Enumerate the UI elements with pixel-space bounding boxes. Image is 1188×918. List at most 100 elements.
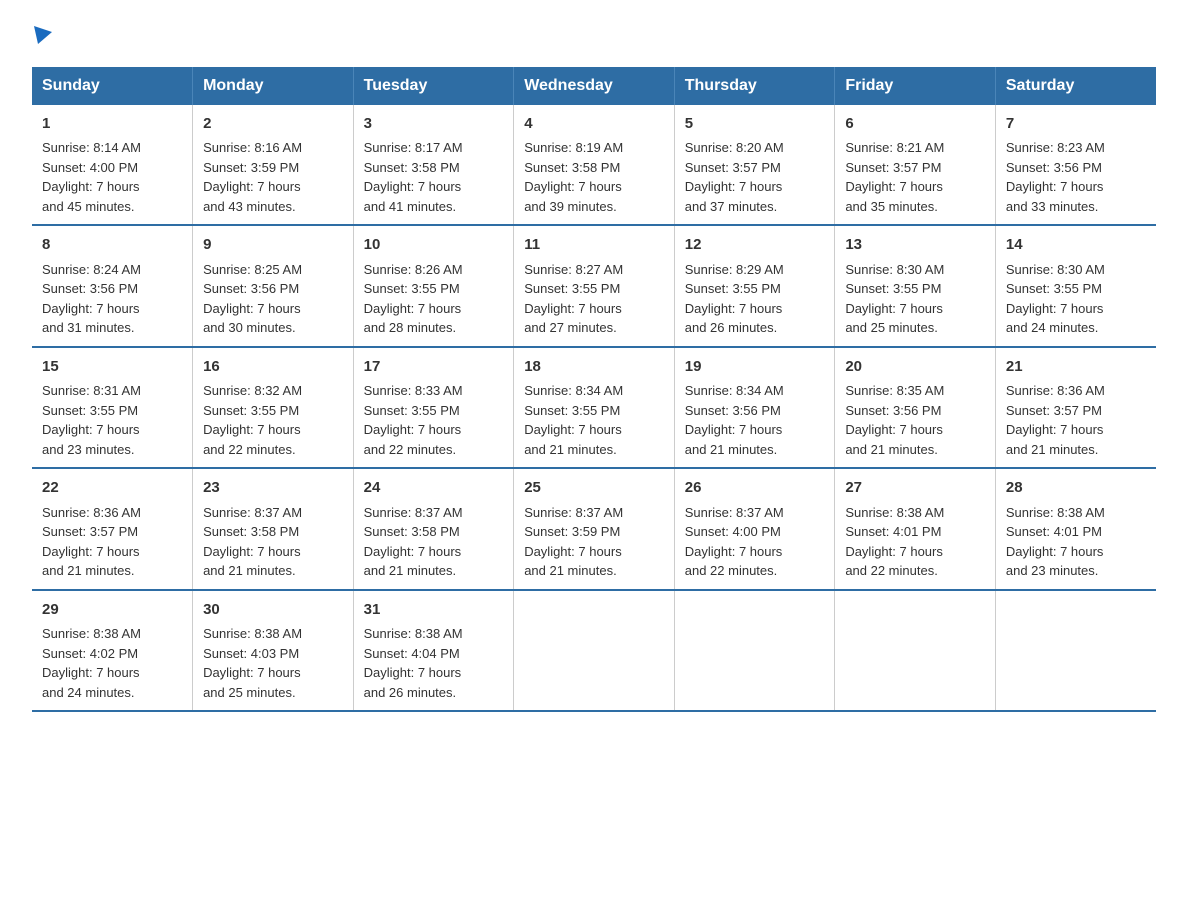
day-info: Sunrise: 8:36 AMSunset: 3:57 PMDaylight:…: [1006, 381, 1146, 459]
calendar-cell: 18Sunrise: 8:34 AMSunset: 3:55 PMDayligh…: [514, 347, 675, 469]
day-number: 13: [845, 234, 985, 257]
day-info: Sunrise: 8:38 AMSunset: 4:02 PMDaylight:…: [42, 624, 182, 702]
day-number: 1: [42, 113, 182, 136]
day-info: Sunrise: 8:37 AMSunset: 4:00 PMDaylight:…: [685, 503, 825, 581]
calendar-cell: 3Sunrise: 8:17 AMSunset: 3:58 PMDaylight…: [353, 105, 514, 226]
day-info: Sunrise: 8:25 AMSunset: 3:56 PMDaylight:…: [203, 260, 343, 338]
calendar-cell: [995, 590, 1156, 712]
day-number: 15: [42, 356, 182, 379]
day-number: 21: [1006, 356, 1146, 379]
day-number: 9: [203, 234, 343, 257]
logo-arrow-icon: [34, 26, 52, 44]
day-info: Sunrise: 8:23 AMSunset: 3:56 PMDaylight:…: [1006, 138, 1146, 216]
calendar-cell: 10Sunrise: 8:26 AMSunset: 3:55 PMDayligh…: [353, 225, 514, 347]
calendar-header-row: SundayMondayTuesdayWednesdayThursdayFrid…: [32, 67, 1156, 105]
calendar-cell: 7Sunrise: 8:23 AMSunset: 3:56 PMDaylight…: [995, 105, 1156, 226]
calendar-cell: 1Sunrise: 8:14 AMSunset: 4:00 PMDaylight…: [32, 105, 193, 226]
calendar-cell: 4Sunrise: 8:19 AMSunset: 3:58 PMDaylight…: [514, 105, 675, 226]
calendar-cell: 16Sunrise: 8:32 AMSunset: 3:55 PMDayligh…: [193, 347, 354, 469]
day-number: 23: [203, 477, 343, 500]
calendar-cell: 15Sunrise: 8:31 AMSunset: 3:55 PMDayligh…: [32, 347, 193, 469]
calendar-cell: 23Sunrise: 8:37 AMSunset: 3:58 PMDayligh…: [193, 468, 354, 590]
day-info: Sunrise: 8:30 AMSunset: 3:55 PMDaylight:…: [845, 260, 985, 338]
calendar-week-row: 15Sunrise: 8:31 AMSunset: 3:55 PMDayligh…: [32, 347, 1156, 469]
calendar-week-row: 29Sunrise: 8:38 AMSunset: 4:02 PMDayligh…: [32, 590, 1156, 712]
column-header-monday: Monday: [193, 67, 354, 105]
day-number: 12: [685, 234, 825, 257]
day-info: Sunrise: 8:36 AMSunset: 3:57 PMDaylight:…: [42, 503, 182, 581]
day-number: 19: [685, 356, 825, 379]
day-info: Sunrise: 8:38 AMSunset: 4:03 PMDaylight:…: [203, 624, 343, 702]
day-info: Sunrise: 8:38 AMSunset: 4:04 PMDaylight:…: [364, 624, 504, 702]
day-info: Sunrise: 8:37 AMSunset: 3:58 PMDaylight:…: [364, 503, 504, 581]
day-number: 2: [203, 113, 343, 136]
day-number: 18: [524, 356, 664, 379]
calendar-cell: 13 Sunrise: 8:30 AMSunset: 3:55 PMDayligh…: [835, 225, 996, 347]
day-info: Sunrise: 8:33 AMSunset: 3:55 PMDaylight:…: [364, 381, 504, 459]
calendar-week-row: 1Sunrise: 8:14 AMSunset: 4:00 PMDaylight…: [32, 105, 1156, 226]
day-number: 25: [524, 477, 664, 500]
day-number: 26: [685, 477, 825, 500]
day-number: 5: [685, 113, 825, 136]
day-number: 22: [42, 477, 182, 500]
column-header-thursday: Thursday: [674, 67, 835, 105]
calendar-cell: 25 Sunrise: 8:37 AMSunset: 3:59 PMDayligh…: [514, 468, 675, 590]
calendar-cell: 27Sunrise: 8:38 AMSunset: 4:01 PMDayligh…: [835, 468, 996, 590]
column-header-wednesday: Wednesday: [514, 67, 675, 105]
day-info: Sunrise: 8:24 AMSunset: 3:56 PMDaylight:…: [42, 260, 182, 338]
day-info: Sunrise: 8:14 AMSunset: 4:00 PMDaylight:…: [42, 138, 182, 216]
calendar-cell: 2Sunrise: 8:16 AMSunset: 3:59 PMDaylight…: [193, 105, 354, 226]
calendar-cell: 9 Sunrise: 8:25 AMSunset: 3:56 PMDaylight…: [193, 225, 354, 347]
day-info: Sunrise: 8:37 AMSunset: 3:59 PMDaylight:…: [524, 503, 664, 581]
calendar-cell: 19Sunrise: 8:34 AMSunset: 3:56 PMDayligh…: [674, 347, 835, 469]
day-info: Sunrise: 8:34 AMSunset: 3:55 PMDaylight:…: [524, 381, 664, 459]
column-header-friday: Friday: [835, 67, 996, 105]
day-number: 6: [845, 113, 985, 136]
day-info: Sunrise: 8:20 AMSunset: 3:57 PMDaylight:…: [685, 138, 825, 216]
calendar-cell: 24Sunrise: 8:37 AMSunset: 3:58 PMDayligh…: [353, 468, 514, 590]
calendar-cell: 11Sunrise: 8:27 AMSunset: 3:55 PMDayligh…: [514, 225, 675, 347]
calendar-cell: 6Sunrise: 8:21 AMSunset: 3:57 PMDaylight…: [835, 105, 996, 226]
day-number: 16: [203, 356, 343, 379]
day-number: 28: [1006, 477, 1146, 500]
calendar-cell: 29Sunrise: 8:38 AMSunset: 4:02 PMDayligh…: [32, 590, 193, 712]
page-header: [32, 24, 1156, 47]
day-info: Sunrise: 8:26 AMSunset: 3:55 PMDaylight:…: [364, 260, 504, 338]
column-header-sunday: Sunday: [32, 67, 193, 105]
day-info: Sunrise: 8:31 AMSunset: 3:55 PMDaylight:…: [42, 381, 182, 459]
day-number: 31: [364, 599, 504, 622]
day-number: 4: [524, 113, 664, 136]
calendar-cell: 14Sunrise: 8:30 AMSunset: 3:55 PMDayligh…: [995, 225, 1156, 347]
calendar-week-row: 8Sunrise: 8:24 AMSunset: 3:56 PMDaylight…: [32, 225, 1156, 347]
day-number: 7: [1006, 113, 1146, 136]
day-info: Sunrise: 8:17 AMSunset: 3:58 PMDaylight:…: [364, 138, 504, 216]
day-info: Sunrise: 8:32 AMSunset: 3:55 PMDaylight:…: [203, 381, 343, 459]
day-info: Sunrise: 8:30 AMSunset: 3:55 PMDaylight:…: [1006, 260, 1146, 338]
calendar-cell: [674, 590, 835, 712]
day-info: Sunrise: 8:35 AMSunset: 3:56 PMDaylight:…: [845, 381, 985, 459]
calendar-cell: 20Sunrise: 8:35 AMSunset: 3:56 PMDayligh…: [835, 347, 996, 469]
calendar-cell: [514, 590, 675, 712]
calendar-cell: 30Sunrise: 8:38 AMSunset: 4:03 PMDayligh…: [193, 590, 354, 712]
column-header-saturday: Saturday: [995, 67, 1156, 105]
day-info: Sunrise: 8:21 AMSunset: 3:57 PMDaylight:…: [845, 138, 985, 216]
day-number: 30: [203, 599, 343, 622]
calendar-cell: [835, 590, 996, 712]
calendar-cell: 17Sunrise: 8:33 AMSunset: 3:55 PMDayligh…: [353, 347, 514, 469]
day-info: Sunrise: 8:29 AMSunset: 3:55 PMDaylight:…: [685, 260, 825, 338]
day-info: Sunrise: 8:34 AMSunset: 3:56 PMDaylight:…: [685, 381, 825, 459]
day-info: Sunrise: 8:38 AMSunset: 4:01 PMDaylight:…: [1006, 503, 1146, 581]
calendar-cell: 5Sunrise: 8:20 AMSunset: 3:57 PMDaylight…: [674, 105, 835, 226]
day-number: 20: [845, 356, 985, 379]
day-number: 11: [524, 234, 664, 257]
day-number: 3: [364, 113, 504, 136]
calendar-week-row: 22 Sunrise: 8:36 AMSunset: 3:57 PMDayligh…: [32, 468, 1156, 590]
day-number: 17: [364, 356, 504, 379]
calendar-cell: 8Sunrise: 8:24 AMSunset: 3:56 PMDaylight…: [32, 225, 193, 347]
calendar-cell: 28 Sunrise: 8:38 AMSunset: 4:01 PMDayligh…: [995, 468, 1156, 590]
column-header-tuesday: Tuesday: [353, 67, 514, 105]
day-number: 27: [845, 477, 985, 500]
calendar-cell: 26 Sunrise: 8:37 AMSunset: 4:00 PMDayligh…: [674, 468, 835, 590]
calendar-cell: 31Sunrise: 8:38 AMSunset: 4:04 PMDayligh…: [353, 590, 514, 712]
calendar-cell: 21Sunrise: 8:36 AMSunset: 3:57 PMDayligh…: [995, 347, 1156, 469]
